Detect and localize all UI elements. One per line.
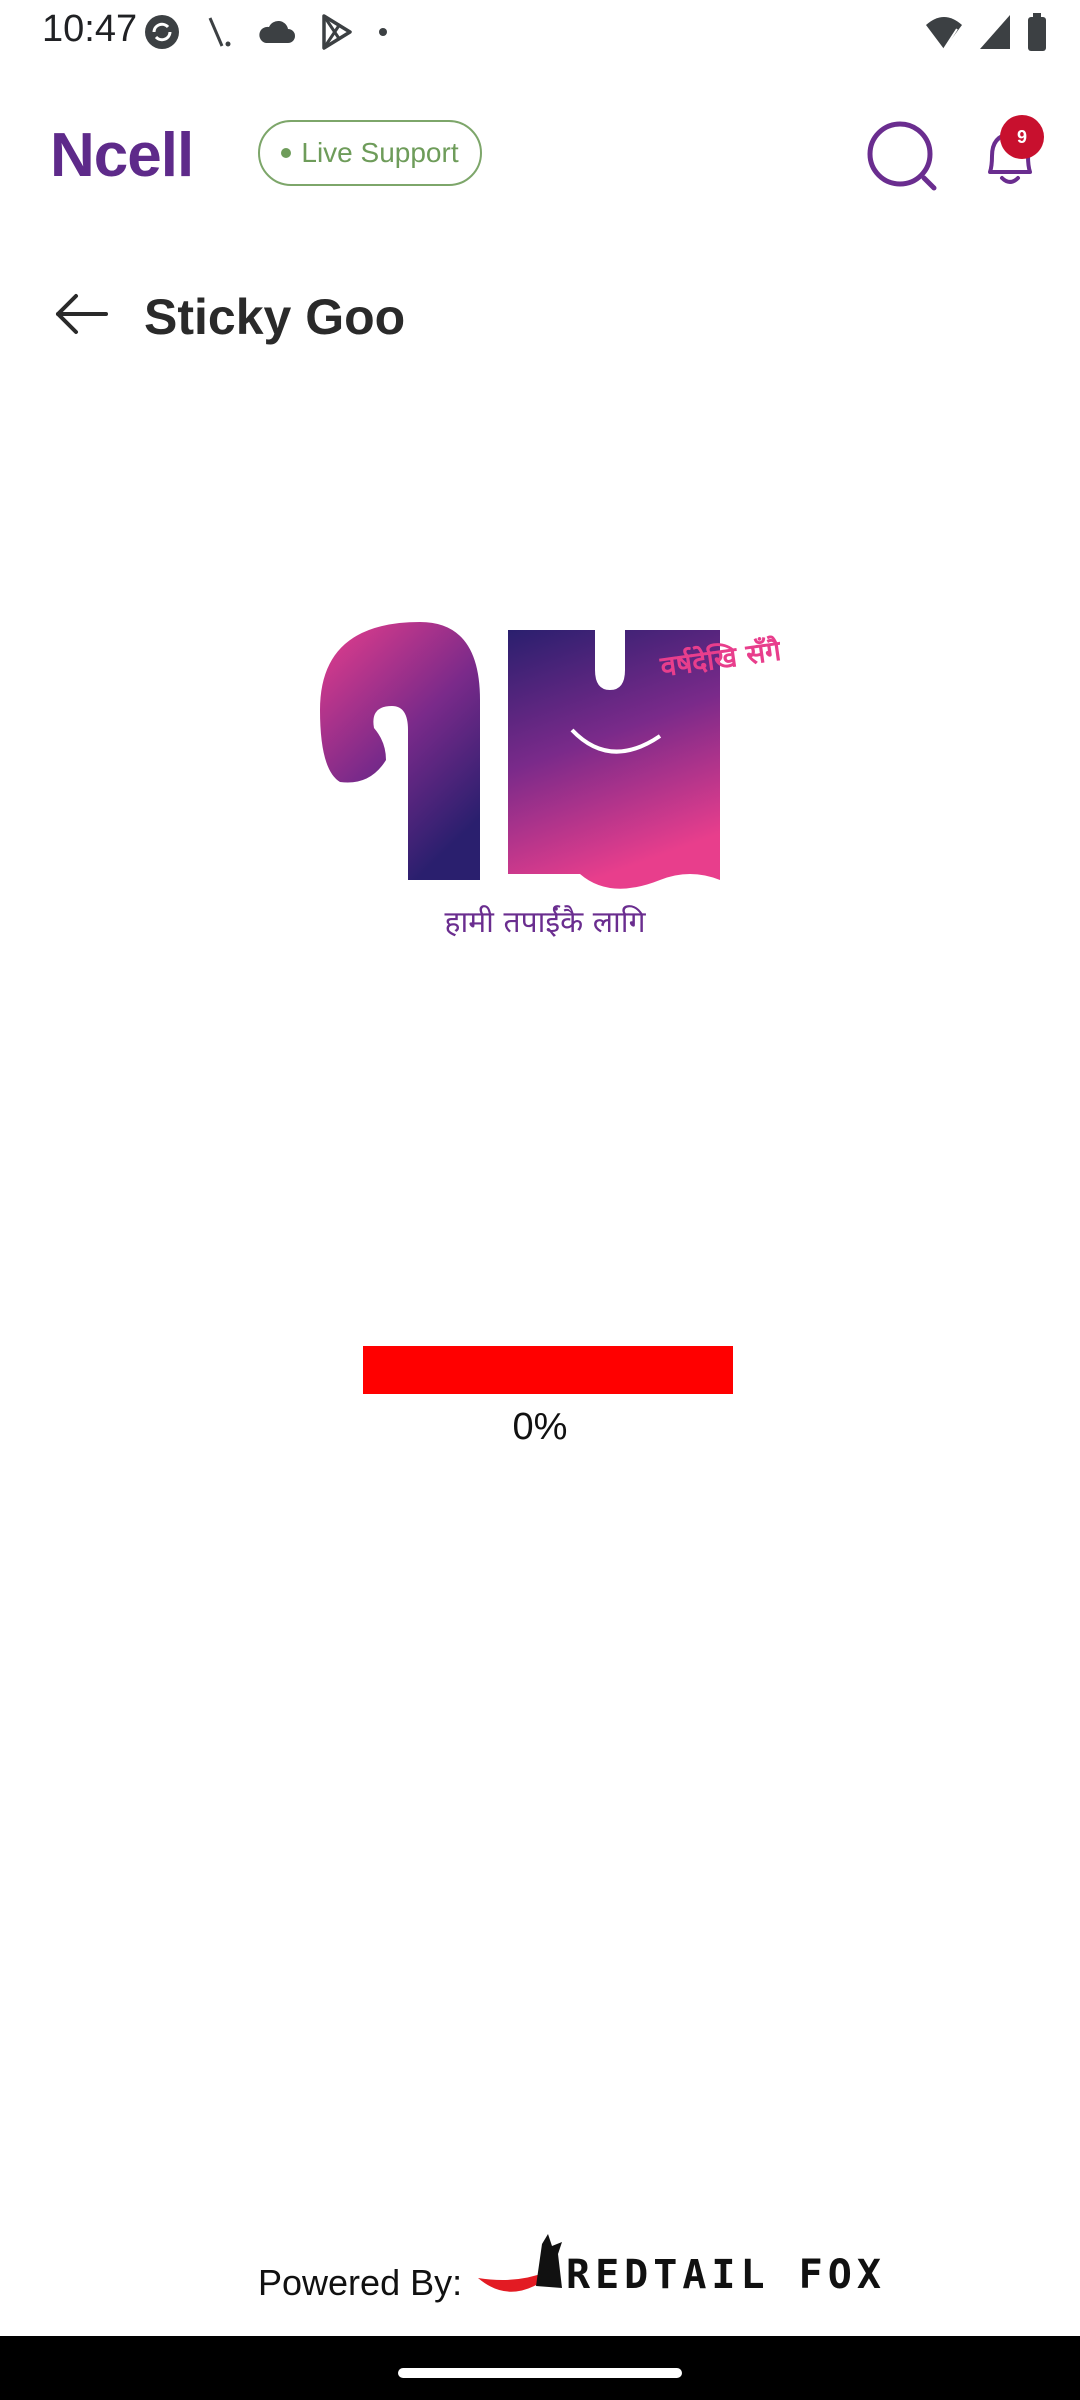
app-screen: 10:47 Ncell Live Support 9 Sticky Goo वर… [0, 0, 1080, 2400]
search-icon[interactable] [862, 116, 942, 196]
status-bar: 10:47 [0, 0, 1080, 64]
loading-progress-bar [363, 1346, 733, 1394]
partner-name: REDTAIL FOX [566, 2252, 886, 2298]
live-support-button[interactable]: Live Support [258, 120, 482, 186]
live-support-label: Live Support [301, 137, 459, 168]
back-arrow-icon[interactable] [50, 282, 114, 346]
notification-badge: 9 [1000, 115, 1044, 159]
powered-by-label: Powered By: [258, 2262, 463, 2303]
page-title: Sticky Goo [144, 289, 406, 345]
status-time: 10:47 [42, 8, 138, 50]
app-header: Ncell Live Support [0, 100, 1080, 210]
signal-slash-icon [208, 17, 231, 47]
anniversary-logo: वर्षदेखि सँगै [320, 622, 780, 889]
home-indicator[interactable] [398, 2368, 682, 2378]
cloud-icon [259, 20, 295, 43]
status-icons-left [142, 10, 390, 54]
battery-icon [1028, 13, 1046, 51]
sync-icon [145, 15, 179, 49]
live-status-dot-icon [281, 148, 292, 158]
cellular-icon [980, 15, 1010, 49]
status-icons-right [924, 10, 1048, 54]
progress-percent-text: 0% [512, 1406, 568, 1448]
play-store-icon [322, 14, 352, 50]
splash-tagline: हामी तपाईंकै लागि [444, 905, 646, 940]
wifi-icon [926, 17, 962, 50]
dot-icon [379, 28, 387, 36]
ncell-logo[interactable]: Ncell [50, 120, 194, 191]
